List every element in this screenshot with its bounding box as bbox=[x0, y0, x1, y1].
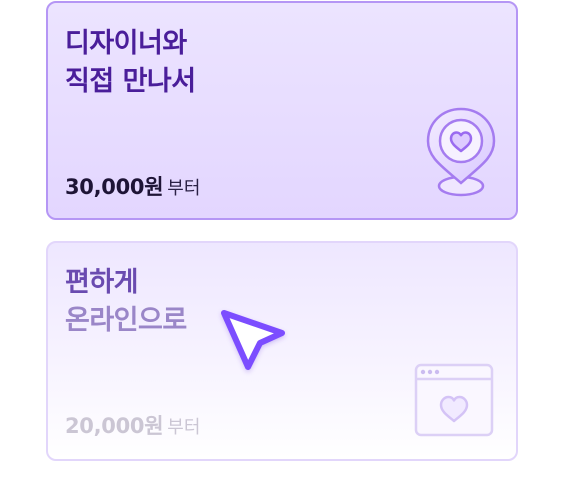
browser-heart-icon bbox=[414, 363, 494, 437]
card-title-line2: 직접 만나서 bbox=[65, 66, 196, 97]
card-title: 디자이너와 직접 만나서 bbox=[65, 25, 196, 101]
card-title: 편하게 온라인으로 bbox=[65, 264, 187, 340]
price-suffix: 부터 bbox=[167, 417, 201, 438]
price-suffix: 부터 bbox=[167, 178, 201, 199]
pointer-cursor-icon bbox=[221, 310, 285, 370]
card-title-line1: 디자이너와 bbox=[65, 28, 187, 59]
location-pin-heart-icon bbox=[426, 107, 496, 197]
card-title-line1: 편하게 bbox=[65, 267, 139, 298]
price-amount: 20,000원 bbox=[65, 414, 164, 438]
price-label: 30,000원 부터 bbox=[65, 171, 200, 201]
price-amount: 30,000원 bbox=[65, 175, 164, 199]
price-label: 20,000원 부터 bbox=[65, 410, 200, 440]
card-title-line2: 온라인으로 bbox=[65, 305, 187, 336]
offline-consult-card[interactable]: 디자이너와 직접 만나서 30,000원 부터 bbox=[46, 1, 518, 220]
